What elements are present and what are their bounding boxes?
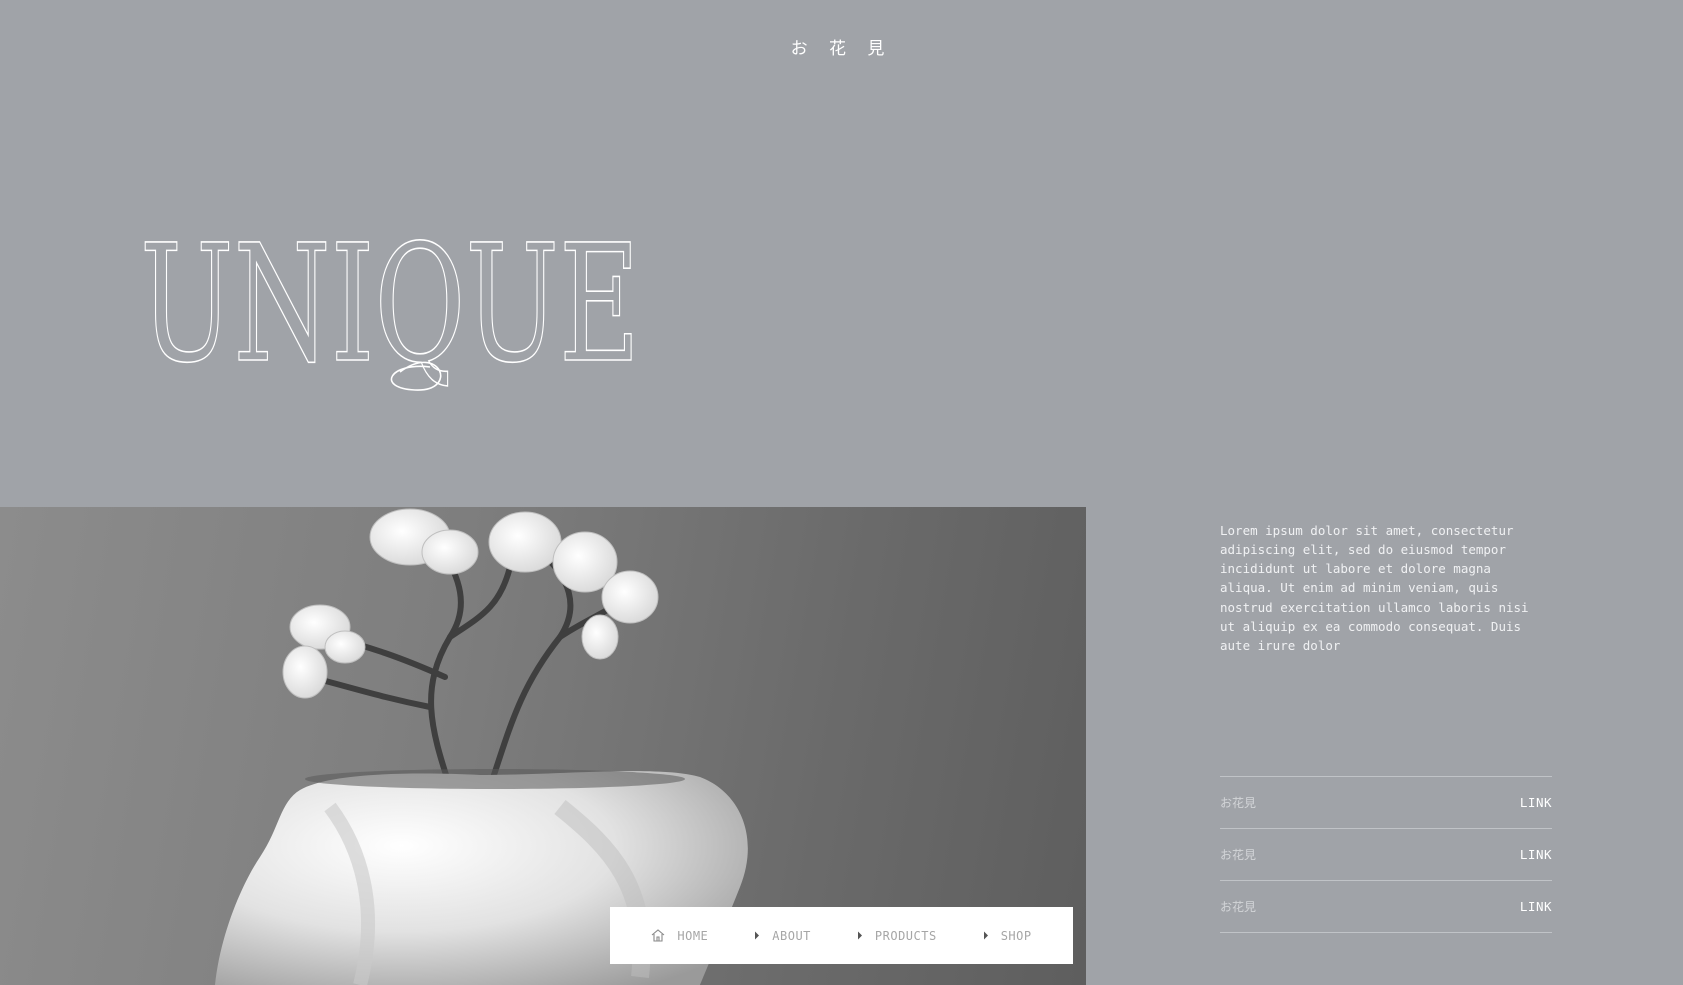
description-text: Lorem ipsum dolor sit amet, consectetur … bbox=[1220, 522, 1529, 654]
hero-title-text: UNIQUE bbox=[140, 211, 640, 399]
link-button[interactable]: LINK bbox=[1520, 847, 1552, 862]
link-list: お花見 LINK お花見 LINK お花見 LINK bbox=[1220, 776, 1552, 933]
home-icon bbox=[652, 929, 665, 942]
list-item: お花見 LINK bbox=[1220, 880, 1552, 933]
nav-item-label: SHOP bbox=[1000, 928, 1032, 943]
nav-item-label: HOME bbox=[677, 928, 709, 943]
link-button[interactable]: LINK bbox=[1520, 795, 1552, 810]
nav-item-about[interactable]: ABOUT bbox=[754, 929, 811, 943]
link-label: お花見 bbox=[1220, 900, 1257, 914]
nav-item-shop[interactable]: SHOP bbox=[983, 929, 1032, 943]
link-label: お花見 bbox=[1220, 848, 1257, 862]
link-button[interactable]: LINK bbox=[1520, 899, 1552, 914]
brand-logo[interactable]: お 花 見 bbox=[0, 34, 1683, 59]
bottom-navigation: HOME ABOUT PRODUCTS SHOP bbox=[610, 907, 1073, 964]
caret-right-icon bbox=[755, 931, 760, 940]
nav-item-label: ABOUT bbox=[772, 928, 811, 943]
nav-item-home[interactable]: HOME bbox=[651, 929, 708, 943]
nav-item-label: PRODUCTS bbox=[874, 928, 937, 943]
hero-title: UNIQUE bbox=[139, 210, 645, 400]
list-item: お花見 LINK bbox=[1220, 828, 1552, 880]
link-label: お花見 bbox=[1220, 796, 1257, 810]
list-item: お花見 LINK bbox=[1220, 776, 1552, 828]
caret-right-icon bbox=[983, 931, 988, 940]
nav-item-products[interactable]: PRODUCTS bbox=[857, 929, 937, 943]
caret-right-icon bbox=[857, 931, 862, 940]
